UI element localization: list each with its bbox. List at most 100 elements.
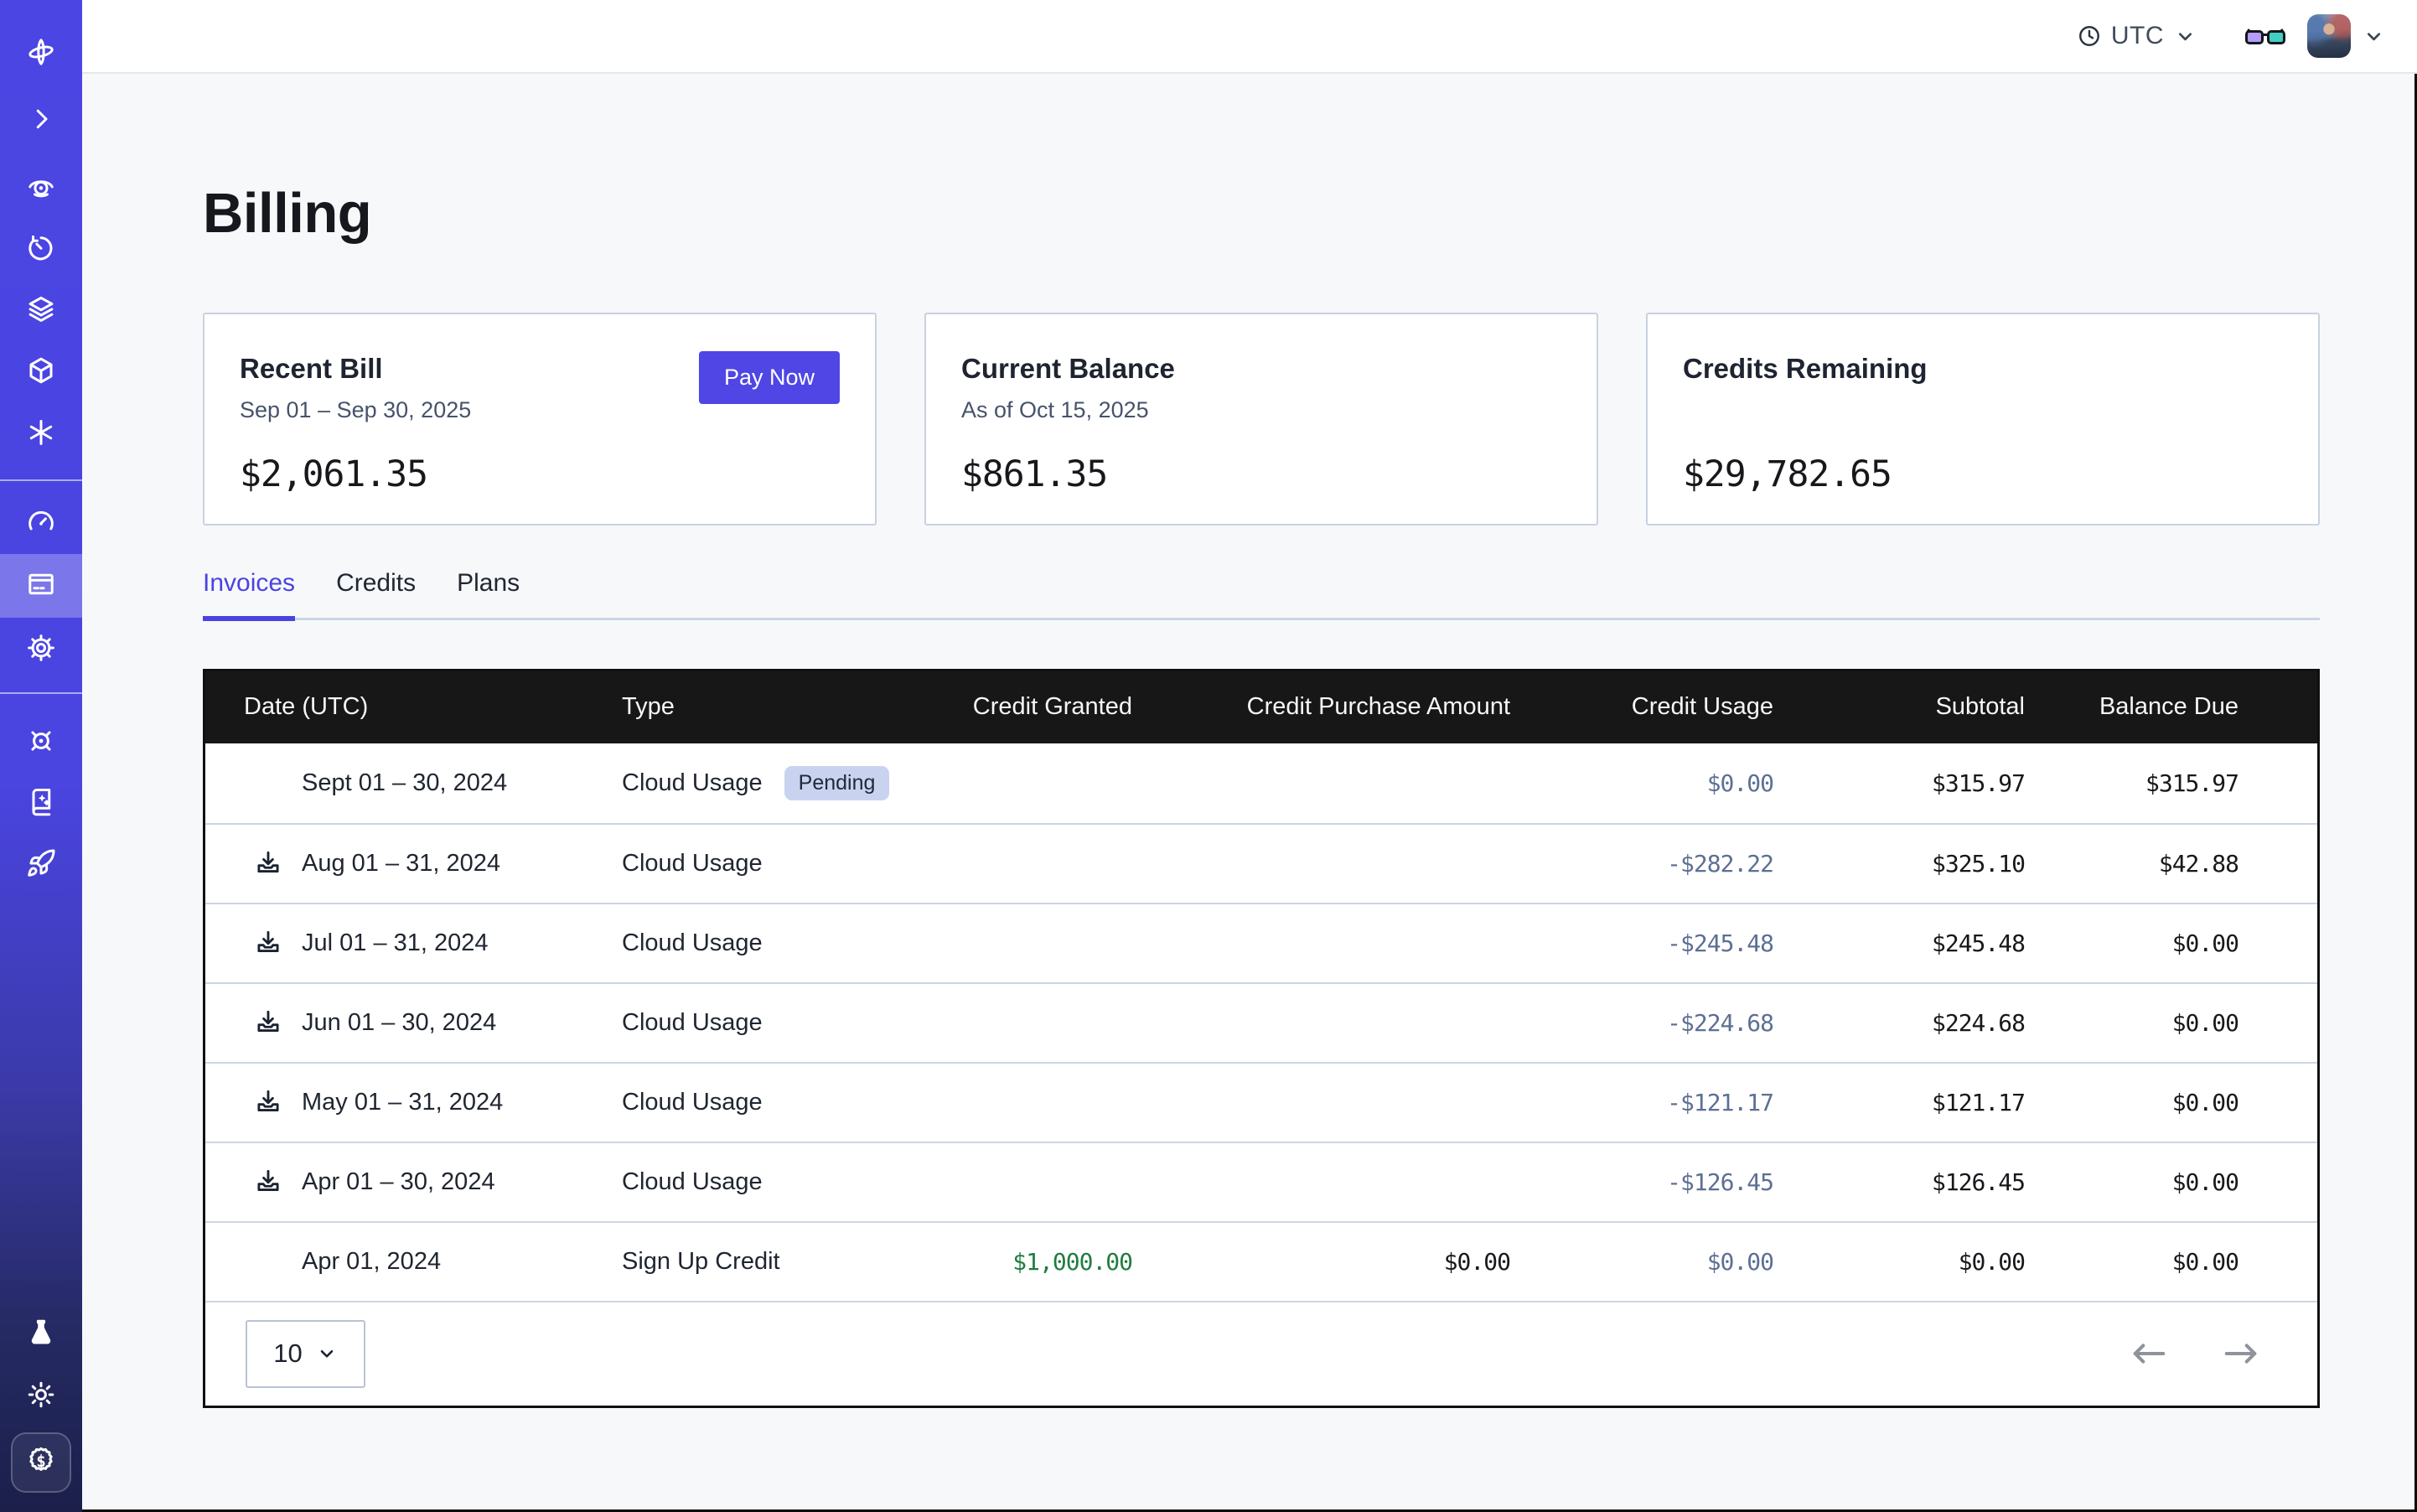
subtotal-value: $245.48 [1773, 929, 2025, 957]
flask-icon [26, 1318, 56, 1352]
credit-granted-value: $1,000.00 [901, 1248, 1132, 1276]
sidebar-item-services[interactable] [0, 402, 82, 466]
sidebar-item-history[interactable] [0, 218, 82, 282]
previous-page-button[interactable] [2130, 1340, 2168, 1367]
download-invoice-button[interactable] [253, 848, 283, 878]
download-invoice-button[interactable] [253, 1087, 283, 1117]
download-icon [253, 928, 283, 958]
chevron-right-icon [26, 104, 56, 138]
card-title: Credits Remaining [1683, 353, 2283, 385]
sidebar-item-credits[interactable]: $ [11, 1432, 71, 1493]
helm-wheel-icon [26, 726, 56, 760]
sidebar-item-theme[interactable] [0, 1364, 82, 1428]
download-invoice-button[interactable] [253, 1007, 283, 1038]
topbar: UTC [82, 0, 2417, 74]
credit-usage-value: -$121.17 [1510, 1089, 1773, 1116]
avatar[interactable] [2307, 14, 2351, 58]
col-type: Type [622, 693, 901, 721]
sidebar-item-layers[interactable] [0, 278, 82, 342]
invoice-period: Aug 01 – 31, 2024 [302, 850, 500, 878]
sidebar-item-observability[interactable] [0, 156, 82, 220]
clock-icon [2078, 24, 2101, 48]
pagination: 10 [205, 1301, 2317, 1406]
sidebar-item-kubernetes[interactable] [0, 711, 82, 774]
chevron-down-icon [2174, 25, 2197, 48]
sidebar-item-sandbox[interactable] [0, 340, 82, 404]
col-subtotal: Subtotal [1773, 693, 2025, 721]
summary-cards: Recent Bill Sep 01 – Sep 30, 2025 $2,061… [203, 313, 2320, 526]
invoice-type: Cloud Usage [622, 1168, 763, 1196]
table-row: May 01 – 31, 2024 Cloud Usage -$121.17 $… [205, 1062, 2317, 1142]
credits-remaining-amount: $29,782.65 [1683, 453, 2283, 495]
sidebar-item-settings[interactable] [0, 618, 82, 681]
col-credit-granted: Credit Granted [901, 693, 1132, 721]
credit-usage-value: -$282.22 [1510, 850, 1773, 878]
invoice-table-body: Sept 01 – 30, 2024 Cloud Usage Pending $… [205, 743, 2317, 1301]
sidebar-item-labs[interactable] [0, 1302, 82, 1366]
tab-credits[interactable]: Credits [336, 569, 416, 618]
billing-tabs: Invoices Credits Plans [203, 569, 2320, 620]
page-size-select[interactable]: 10 [246, 1320, 365, 1388]
credit-purchase-value: $0.00 [1132, 1248, 1510, 1276]
invoice-type: Cloud Usage [622, 1009, 763, 1037]
download-invoice-button[interactable] [253, 928, 283, 958]
timezone-label: UTC [2111, 22, 2164, 50]
table-row: Sept 01 – 30, 2024 Cloud Usage Pending $… [205, 743, 2317, 823]
sidebar-divider [0, 692, 82, 694]
sidebar: $ [0, 0, 82, 1512]
col-date: Date (UTC) [205, 693, 622, 721]
page-size-value: 10 [273, 1339, 302, 1369]
recent-bill-card: Recent Bill Sep 01 – Sep 30, 2025 $2,061… [203, 313, 877, 526]
card-subtitle [1683, 397, 2283, 425]
invoice-period: Sept 01 – 30, 2024 [302, 769, 507, 797]
sun-icon [26, 1380, 56, 1414]
invoice-period: Jul 01 – 31, 2024 [302, 929, 489, 957]
current-balance-amount: $861.35 [961, 453, 1561, 495]
invoice-type: Cloud Usage [622, 769, 763, 797]
cube-icon [26, 355, 56, 390]
card-subtitle: As of Oct 15, 2025 [961, 397, 1561, 425]
balance-due-value: $0.00 [2025, 1248, 2238, 1276]
table-row: Aug 01 – 31, 2024 Cloud Usage -$282.22 $… [205, 823, 2317, 903]
subtotal-value: $315.97 [1773, 769, 2025, 797]
balance-due-value: $0.00 [2025, 1089, 2238, 1116]
col-credit-purchase: Credit Purchase Amount [1132, 693, 1510, 721]
glasses-icon[interactable] [2245, 25, 2285, 48]
credit-usage-value: -$245.48 [1510, 929, 1773, 957]
book-sparkle-icon [26, 786, 56, 821]
credit-usage-value: $0.00 [1510, 1248, 1773, 1276]
col-credit-usage: Credit Usage [1510, 693, 1773, 721]
sidebar-item-billing[interactable] [0, 554, 82, 618]
invoice-period: Apr 01, 2024 [302, 1248, 441, 1276]
tab-plans[interactable]: Plans [457, 569, 520, 618]
tab-invoices[interactable]: Invoices [203, 569, 295, 621]
pay-now-button[interactable]: Pay Now [699, 351, 840, 404]
credits-remaining-card: Credits Remaining $29,782.65 [1646, 313, 2320, 526]
subtotal-value: $121.17 [1773, 1089, 2025, 1116]
subtotal-value: $126.45 [1773, 1168, 2025, 1196]
sidebar-item-docs[interactable] [0, 771, 82, 835]
svg-text:$: $ [36, 1452, 46, 1471]
sidebar-item-home[interactable] [0, 22, 82, 85]
balance-due-value: $0.00 [2025, 1168, 2238, 1196]
gauge-icon [26, 505, 56, 540]
chevron-down-icon[interactable] [2363, 25, 2385, 48]
col-balance-due: Balance Due [2025, 693, 2238, 721]
credit-usage-value: $0.00 [1510, 769, 1773, 797]
sidebar-item-usage[interactable] [0, 490, 82, 554]
next-page-button[interactable] [2222, 1340, 2260, 1367]
download-invoice-button[interactable] [253, 1167, 283, 1197]
status-badge: Pending [784, 766, 890, 800]
invoices-table: Date (UTC) Type Credit Granted Credit Pu… [203, 669, 2320, 1408]
recent-bill-amount: $2,061.35 [240, 453, 840, 495]
invoice-period: Apr 01 – 30, 2024 [302, 1168, 495, 1196]
download-icon [253, 848, 283, 878]
balance-due-value: $0.00 [2025, 1009, 2238, 1037]
subtotal-value: $325.10 [1773, 850, 2025, 878]
timezone-selector[interactable]: UTC [2078, 22, 2197, 50]
credit-usage-value: -$224.68 [1510, 1009, 1773, 1037]
sidebar-item-getting-started[interactable] [0, 833, 82, 897]
sidebar-item-expand[interactable] [0, 89, 82, 153]
credit-usage-value: -$126.45 [1510, 1168, 1773, 1196]
billing-page: $ UTC Billing Recent Bill [0, 0, 2417, 1512]
